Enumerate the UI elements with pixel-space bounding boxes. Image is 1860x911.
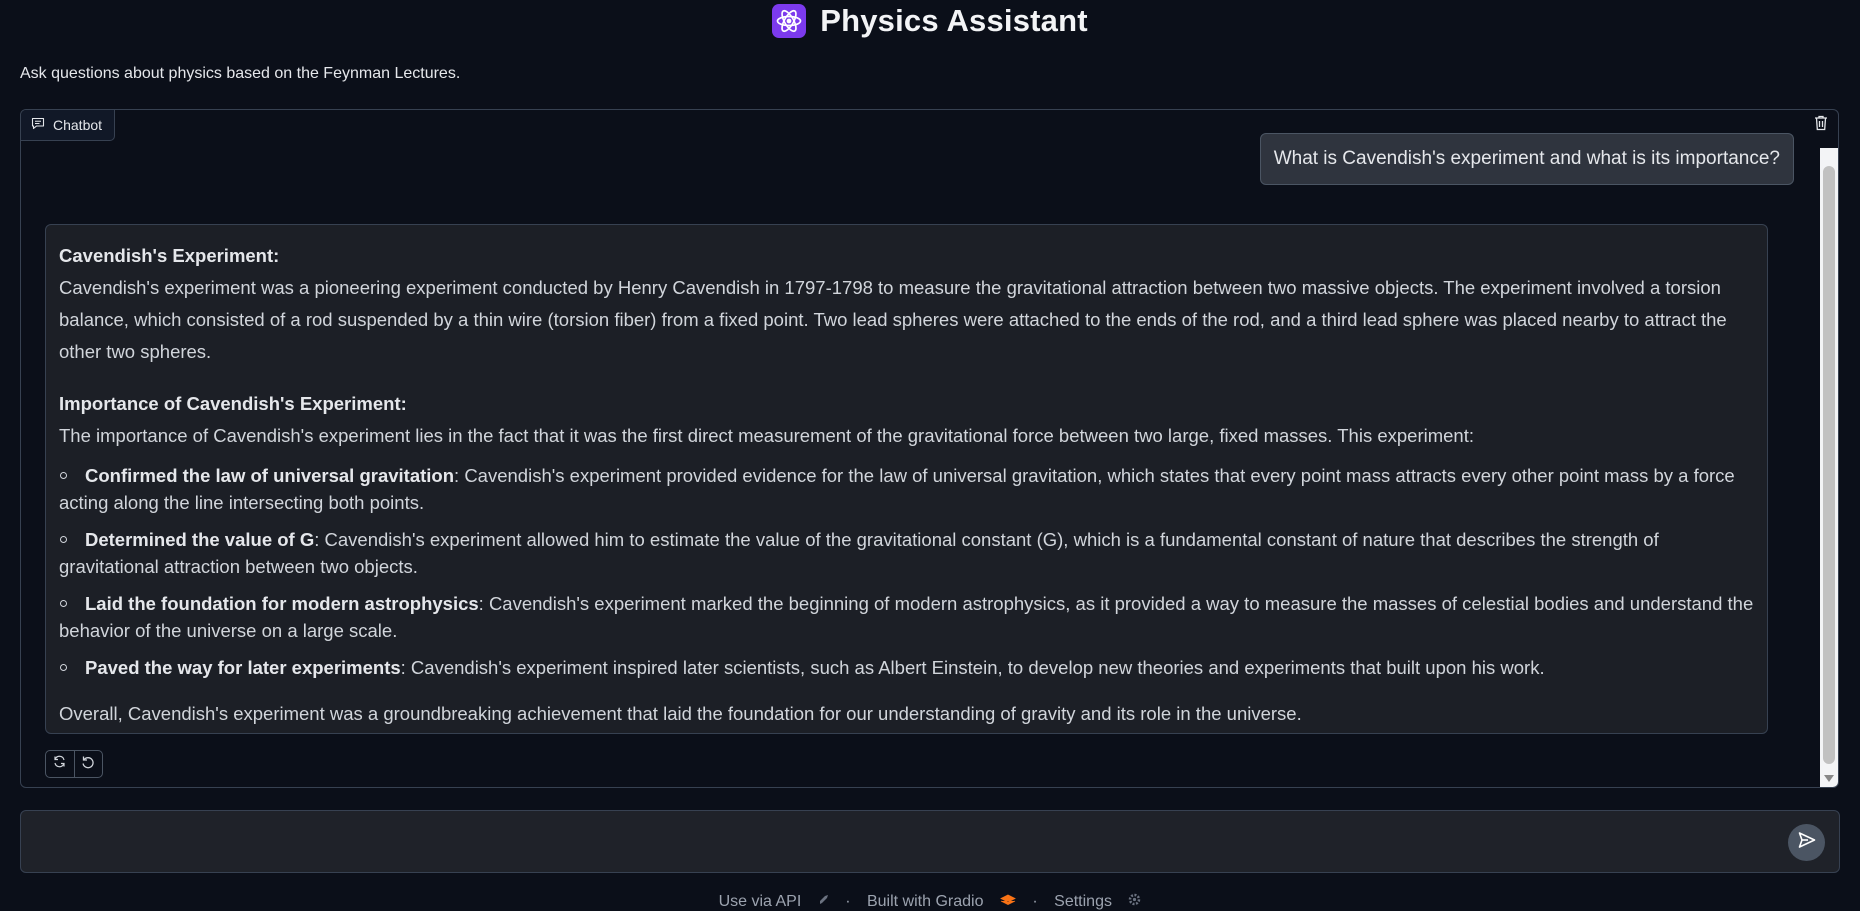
rocket-icon <box>818 893 833 910</box>
bot-paragraph-importance: The importance of Cavendish's experiment… <box>59 425 1474 446</box>
message-input-container <box>20 810 1840 873</box>
built-with-gradio-link[interactable]: Built with Gradio <box>867 893 984 910</box>
list-item: Determined the value of G: Cavendish's e… <box>59 526 1755 580</box>
list-item: Paved the way for later experiments: Cav… <box>59 654 1755 681</box>
page-subtitle: Ask questions about physics based on the… <box>20 65 461 82</box>
gradio-logo-icon <box>1000 893 1020 910</box>
importance-list: Confirmed the law of universal gravitati… <box>59 462 1755 681</box>
send-button[interactable] <box>1788 824 1825 861</box>
gear-icon <box>1128 893 1141 910</box>
bot-heading-importance: Importance of Cavendish's Experiment: <box>59 393 407 414</box>
message-input[interactable] <box>35 825 1789 863</box>
refresh-icon <box>53 755 66 773</box>
footer: Use via API · Built with Gradio · Settin… <box>0 893 1860 911</box>
user-message: What is Cavendish's experiment and what … <box>1259 133 1794 185</box>
settings-link[interactable]: Settings <box>1054 893 1112 910</box>
list-item-title: Determined the value of G <box>85 529 315 550</box>
list-item-title: Confirmed the law of universal gravitati… <box>85 465 455 486</box>
use-api-link[interactable]: Use via API <box>719 893 802 910</box>
trash-icon <box>1814 115 1828 136</box>
list-item: Confirmed the law of universal gravitati… <box>59 462 1755 516</box>
list-item-text: : Cavendish's experiment inspired later … <box>400 657 1545 678</box>
chat-bubble-icon <box>31 117 45 133</box>
footer-separator: · <box>1032 893 1038 910</box>
atom-icon <box>772 4 807 38</box>
footer-separator: · <box>845 893 851 910</box>
list-item-title: Paved the way for later experiments <box>85 657 401 678</box>
chatbot-label: Chatbot <box>21 110 116 141</box>
bot-paragraph-experiment: Cavendish's experiment was a pioneering … <box>59 277 1727 362</box>
undo-button[interactable] <box>73 751 103 777</box>
scroll-down-arrow-icon[interactable] <box>1824 775 1834 782</box>
bot-message: Cavendish's Experiment: Cavendish's expe… <box>45 224 1768 734</box>
bot-paragraph-overall: Overall, Cavendish's experiment was a gr… <box>59 703 1302 724</box>
retry-button[interactable] <box>46 751 74 777</box>
list-item-title: Laid the foundation for modern astrophys… <box>85 593 479 614</box>
list-item: Laid the foundation for modern astrophys… <box>59 590 1755 644</box>
bot-heading-experiment: Cavendish's Experiment: <box>59 245 280 266</box>
undo-icon <box>81 755 95 774</box>
scrollbar-thumb[interactable] <box>1823 166 1835 764</box>
app-header: Physics Assistant <box>0 0 1860 42</box>
chat-scrollbar[interactable] <box>1820 148 1838 787</box>
chatbot-panel: Chatbot What is Cavendish's experiment a… <box>20 109 1839 788</box>
chatbot-label-text: Chatbot <box>53 117 103 133</box>
page-title: Physics Assistant <box>820 3 1088 38</box>
message-actions <box>45 750 103 778</box>
send-icon <box>1797 830 1817 855</box>
clear-chat-button[interactable] <box>1810 114 1832 136</box>
